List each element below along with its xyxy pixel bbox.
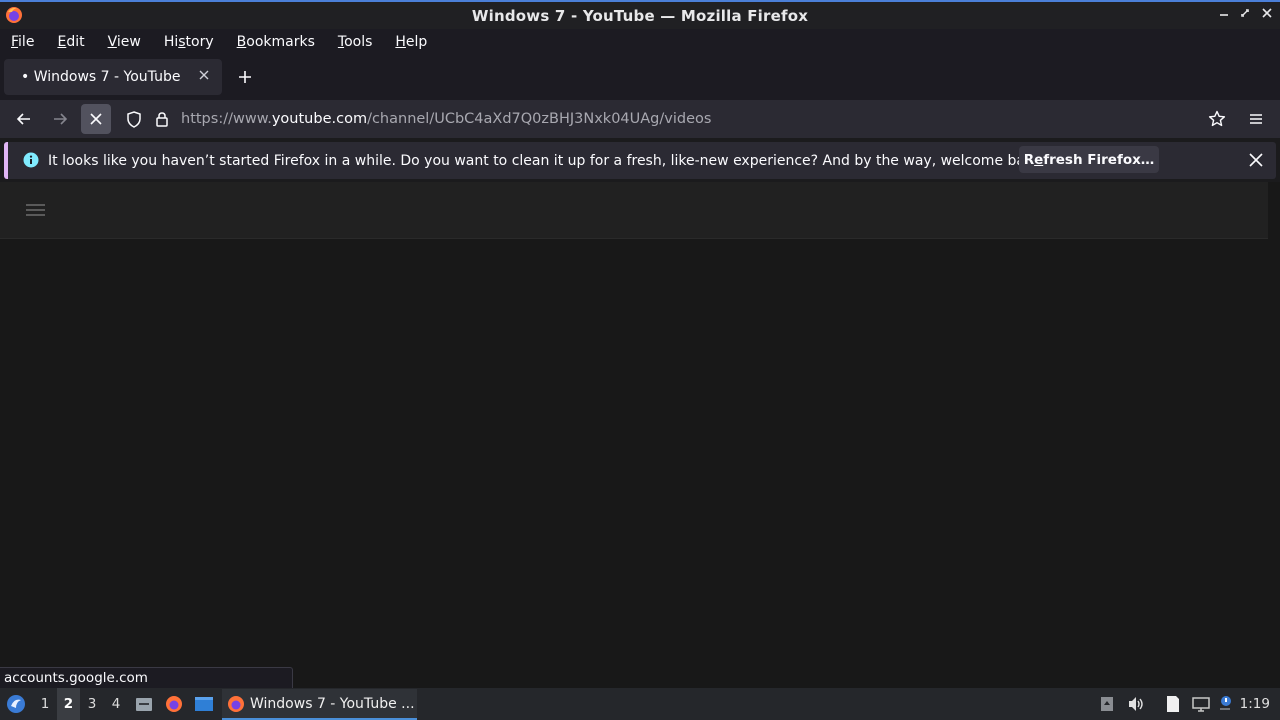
tab-close-icon[interactable] bbox=[195, 67, 213, 85]
tab-title: • Windows 7 - YouTube bbox=[21, 69, 181, 85]
back-arrow-icon bbox=[16, 113, 30, 125]
hamburger-menu-icon bbox=[1250, 114, 1262, 124]
volume-icon[interactable] bbox=[1125, 688, 1147, 720]
lock-icon[interactable] bbox=[155, 111, 169, 127]
firefox-launcher[interactable] bbox=[163, 688, 185, 720]
forward-button[interactable] bbox=[45, 104, 75, 134]
menu-tools[interactable]: Tools bbox=[338, 34, 373, 50]
menu-bookmarks[interactable]: Bookmarks bbox=[237, 34, 315, 50]
workspace-2[interactable]: 2 bbox=[57, 688, 80, 720]
menu-history[interactable]: History bbox=[164, 34, 214, 50]
folder-icon bbox=[136, 698, 152, 711]
file-manager-launcher[interactable] bbox=[133, 688, 155, 720]
menu-file[interactable]: File bbox=[11, 34, 34, 50]
taskbar-window-label: Windows 7 - YouTube ... bbox=[250, 695, 415, 712]
info-icon bbox=[23, 152, 39, 168]
system-clock: 1:19 bbox=[1239, 696, 1270, 712]
stop-icon bbox=[90, 113, 102, 125]
star-icon bbox=[1208, 110, 1226, 127]
minimize-icon[interactable] bbox=[1216, 6, 1232, 24]
start-menu-icon bbox=[7, 695, 25, 713]
stop-button[interactable] bbox=[81, 104, 111, 134]
window-title: Windows 7 - YouTube — Mozilla Firefox bbox=[471, 6, 809, 25]
forward-arrow-icon bbox=[54, 113, 68, 125]
bookmark-star-button[interactable] bbox=[1202, 104, 1232, 134]
notification-badge-icon[interactable] bbox=[1215, 688, 1235, 720]
url-bar[interactable]: https://www.youtube.com/channel/UCbC4aXd… bbox=[118, 103, 1238, 135]
workspace-1[interactable]: 1 bbox=[33, 688, 57, 720]
menu-view[interactable]: View bbox=[108, 34, 141, 50]
guide-menu-icon[interactable] bbox=[25, 202, 47, 218]
youtube-masthead bbox=[0, 182, 1268, 239]
network-icon[interactable] bbox=[1190, 688, 1212, 720]
shield-icon[interactable] bbox=[126, 111, 142, 128]
refresh-notification-bar: It looks like you haven’t started Firefo… bbox=[4, 142, 1276, 179]
back-button[interactable] bbox=[9, 104, 39, 134]
tab-youtube[interactable]: • Windows 7 - YouTube bbox=[4, 59, 222, 95]
tab-bar: • Windows 7 - YouTube bbox=[0, 54, 1280, 100]
clipboard-icon[interactable] bbox=[1163, 688, 1183, 720]
url-text: https://www.youtube.com/channel/UCbC4aXd… bbox=[181, 111, 712, 127]
notification-message: It looks like you haven’t started Firefo… bbox=[48, 152, 1047, 169]
menu-bar: File Edit View History Bookmarks Tools Help bbox=[0, 29, 1280, 54]
page-content bbox=[0, 182, 1280, 688]
maximize-icon[interactable] bbox=[1237, 6, 1253, 24]
app-menu-button[interactable] bbox=[1241, 104, 1271, 134]
close-notification-icon[interactable] bbox=[1246, 150, 1266, 170]
link-status-overlay: accounts.google.com bbox=[0, 667, 293, 688]
plus-icon bbox=[239, 71, 251, 83]
taskbar-firefox-window[interactable]: Windows 7 - YouTube ... bbox=[222, 689, 417, 720]
navigation-toolbar: https://www.youtube.com/channel/UCbC4aXd… bbox=[0, 100, 1280, 138]
terminal-launcher[interactable] bbox=[192, 688, 216, 720]
start-menu-button[interactable] bbox=[3, 688, 29, 720]
window-icon bbox=[195, 697, 213, 711]
firefox-icon bbox=[166, 696, 182, 712]
firefox-icon bbox=[228, 695, 244, 712]
system-taskbar: 1 2 3 4 Windows 7 - YouTube ... 1:19 bbox=[0, 688, 1280, 720]
workspace-4[interactable]: 4 bbox=[104, 688, 128, 720]
new-tab-button[interactable] bbox=[234, 66, 256, 88]
menu-edit[interactable]: Edit bbox=[57, 34, 84, 50]
firefox-icon bbox=[6, 7, 22, 23]
refresh-firefox-button[interactable]: Re fresh Firefox… bbox=[1019, 146, 1159, 173]
menu-help[interactable]: Help bbox=[395, 34, 427, 50]
workspace-3[interactable]: 3 bbox=[80, 688, 104, 720]
tray-up-arrow-icon[interactable] bbox=[1098, 688, 1116, 720]
window-titlebar: Windows 7 - YouTube — Mozilla Firefox bbox=[0, 0, 1280, 29]
close-window-icon[interactable] bbox=[1259, 6, 1275, 24]
